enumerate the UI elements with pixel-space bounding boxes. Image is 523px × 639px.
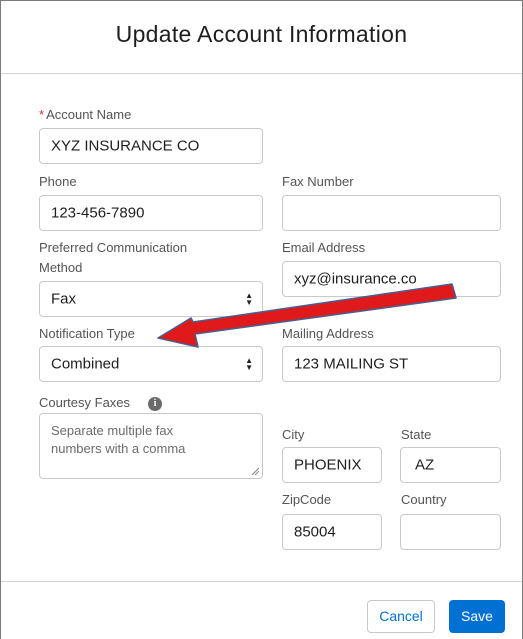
info-icon[interactable]: i <box>148 397 162 411</box>
courtesy-faxes-label: Courtesy Faxes <box>39 395 131 410</box>
fax-number-label: Fax Number <box>282 174 354 189</box>
fax-number-field[interactable] <box>282 195 501 231</box>
cancel-button[interactable]: Cancel <box>367 600 435 633</box>
resize-handle-icon[interactable] <box>251 467 259 475</box>
update-account-modal: Update Account Information * Account Name… <box>0 0 523 639</box>
courtesy-faxes-placeholder-line1: Separate multiple fax <box>51 423 174 438</box>
courtesy-faxes-placeholder-line2: numbers with a comma <box>51 441 186 456</box>
city-value: PHOENIX <box>294 456 362 474</box>
zipcode-label: ZipCode <box>282 492 332 507</box>
preferred-communication-select[interactable]: Fax ▲ ▼ <box>39 281 263 317</box>
updown-icon: ▲ ▼ <box>245 291 253 307</box>
preferred-communication-value: Fax <box>51 290 77 308</box>
phone-label: Phone <box>39 174 77 189</box>
modal-footer: Cancel Save <box>1 581 522 639</box>
notification-type-select[interactable]: Combined ▲ ▼ <box>39 346 263 382</box>
courtesy-faxes-textarea[interactable]: Separate multiple fax numbers with a com… <box>39 413 263 479</box>
account-name-label: * Account Name <box>39 107 132 122</box>
account-name-field[interactable]: XYZ INSURANCE CO <box>39 128 263 164</box>
preferred-communication-label: Preferred Communication Method <box>39 240 188 275</box>
notification-type-value: Combined <box>51 355 120 373</box>
modal-title: Update Account Information <box>115 21 408 47</box>
email-label: Email Address <box>282 240 366 255</box>
zipcode-field[interactable]: 85004 <box>282 514 382 550</box>
account-name-value: XYZ INSURANCE CO <box>51 137 200 155</box>
save-button[interactable]: Save <box>449 600 505 633</box>
zipcode-value: 85004 <box>294 523 336 541</box>
required-marker: * <box>39 107 45 122</box>
updown-icon: ▲ ▼ <box>245 356 253 372</box>
modal-header: Update Account Information <box>1 1 522 74</box>
country-field[interactable] <box>400 514 501 550</box>
phone-field[interactable]: 123-456-7890 <box>39 195 263 231</box>
city-label: City <box>282 427 305 442</box>
state-value: AZ <box>415 456 435 474</box>
mailing-address-value: 123 MAILING ST <box>294 355 409 373</box>
city-field[interactable]: PHOENIX <box>282 447 382 483</box>
notification-type-label: Notification Type <box>39 326 135 341</box>
state-label: State <box>401 427 432 442</box>
email-value: xyz@insurance.co <box>294 270 417 288</box>
email-field[interactable]: xyz@insurance.co <box>282 261 501 297</box>
state-field[interactable]: AZ <box>400 447 501 483</box>
country-label: Country <box>401 492 447 507</box>
mailing-address-label: Mailing Address <box>282 326 374 341</box>
mailing-address-field[interactable]: 123 MAILING ST <box>282 346 501 382</box>
phone-value: 123-456-7890 <box>51 204 145 222</box>
